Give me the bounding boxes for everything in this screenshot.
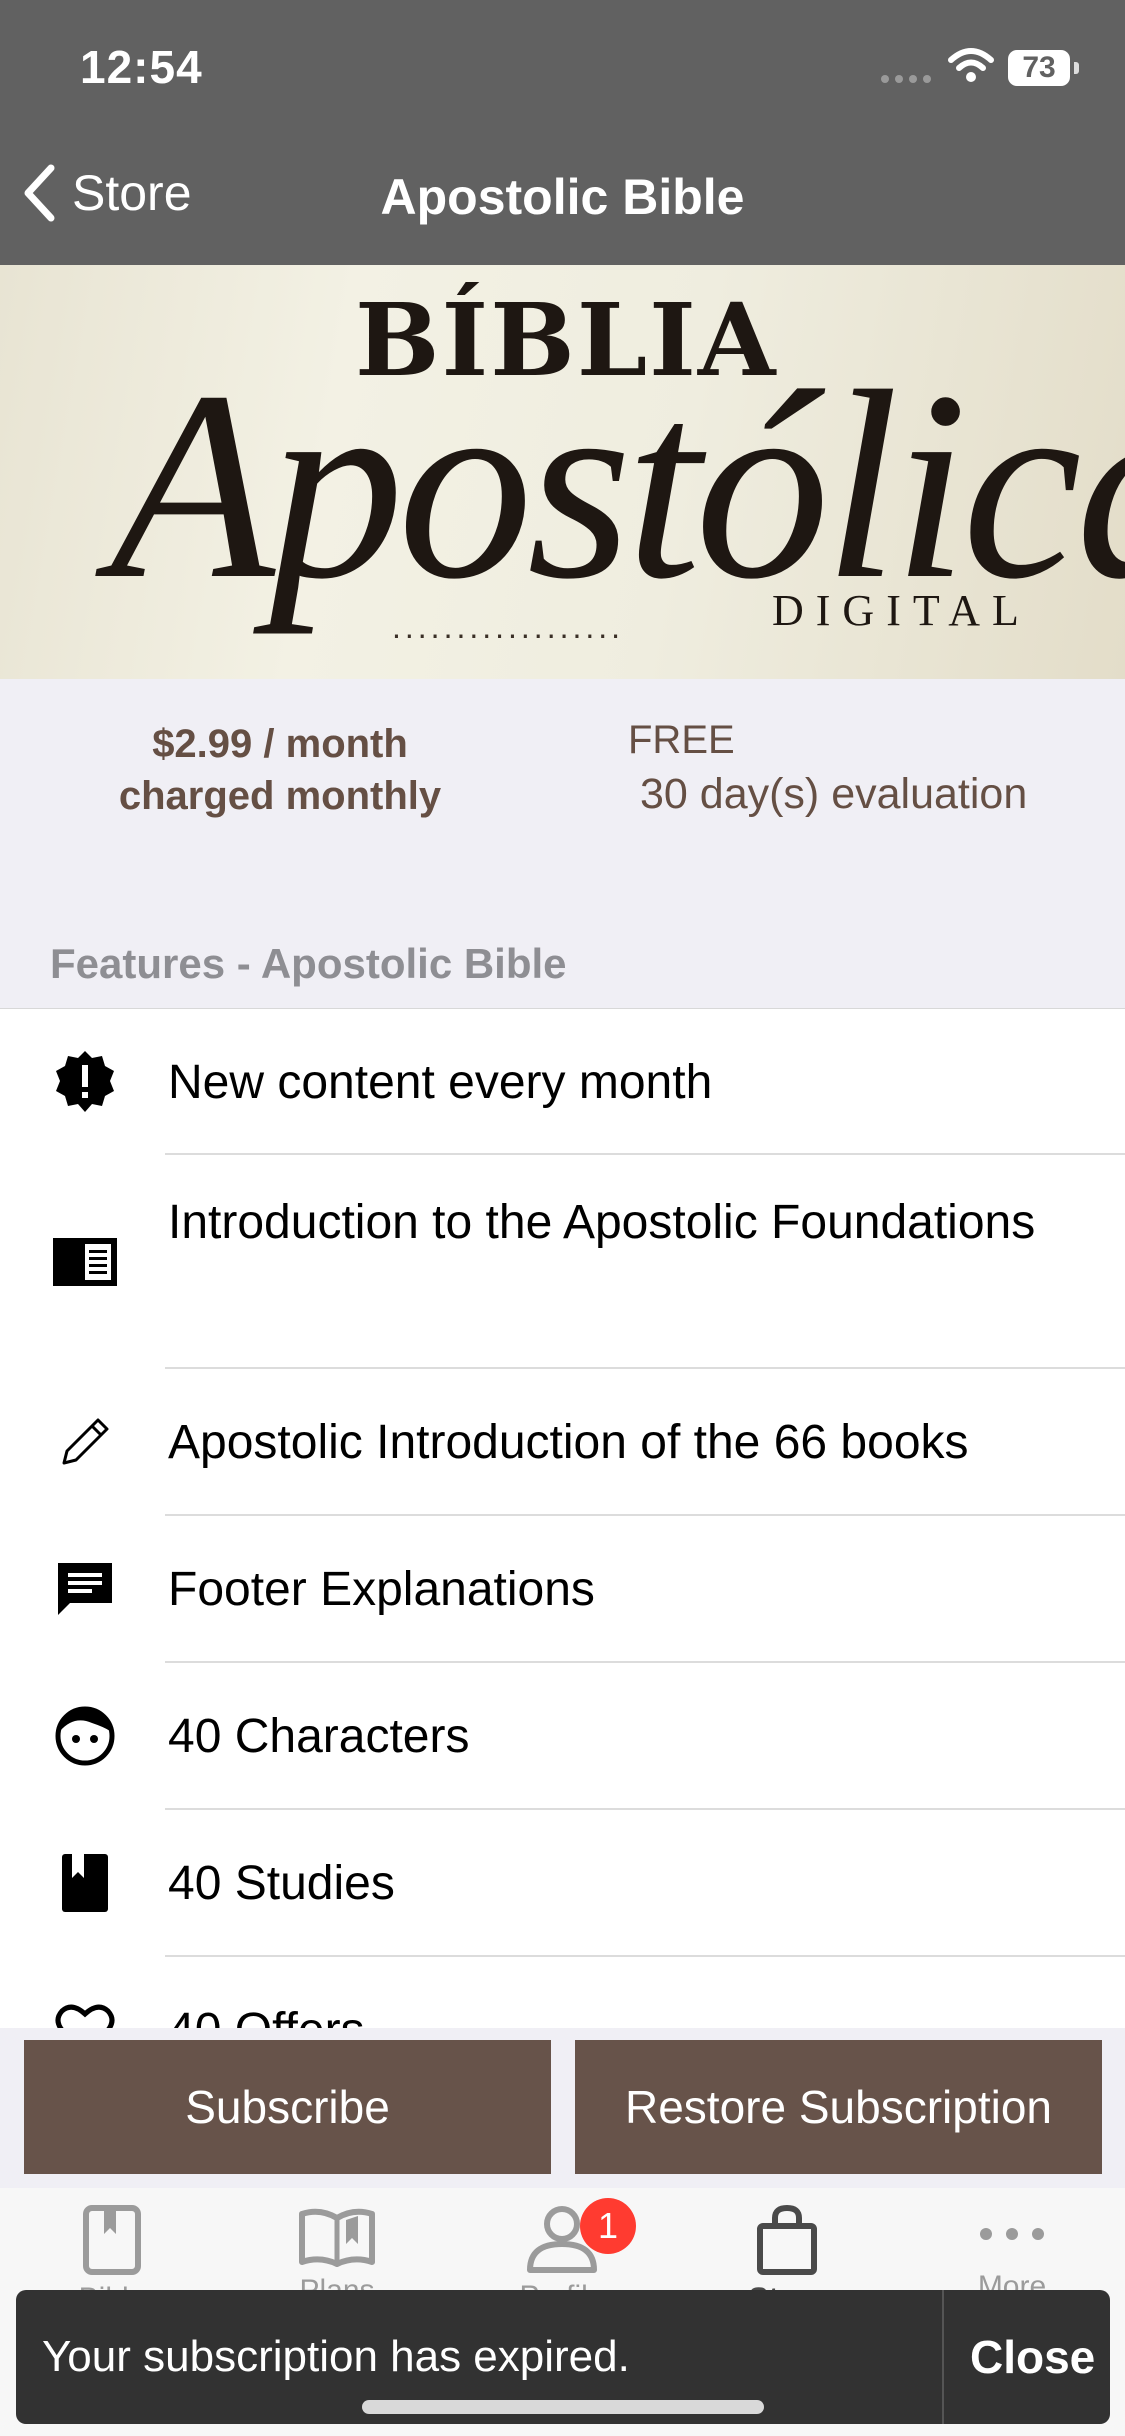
home-indicator — [362, 2400, 764, 2414]
billing-period: charged monthly — [118, 774, 442, 818]
list-item: New content every month — [0, 1009, 1125, 1155]
list-item: Apostolic Introduction of the 66 books — [0, 1369, 1125, 1516]
shopping-bag-icon — [757, 2204, 817, 2275]
features-list[interactable]: New content every month Introduction to … — [0, 1008, 1125, 2029]
feature-label: Footer Explanations — [168, 1563, 595, 1616]
heart-icon — [50, 1995, 120, 2029]
feature-label: 40 Characters — [168, 1710, 470, 1763]
snackbar-message: Your subscription has expired. — [42, 2332, 630, 2381]
price-amount: $2.99 / month — [152, 722, 408, 766]
feature-label: Introduction to the Apostolic Foundation… — [168, 1196, 1036, 1249]
feature-label: 40 Offers — [168, 1995, 1085, 2029]
snackbar-divider — [942, 2290, 944, 2424]
list-item: Footer Explanations — [0, 1516, 1125, 1663]
face-icon — [50, 1701, 120, 1771]
status-time: 12:54 — [80, 41, 203, 93]
features-section-title: Features - Apostolic Bible — [50, 940, 567, 987]
ellipsis-icon — [980, 2228, 1044, 2240]
bible-icon — [83, 2205, 141, 2275]
subscribe-button[interactable]: Subscribe — [24, 2040, 551, 2174]
snackbar-close-button[interactable]: Close — [970, 2330, 1095, 2384]
book-sidebar-icon — [50, 1227, 120, 1297]
open-book-icon — [299, 2208, 375, 2267]
page-title: Apostolic Bible — [380, 169, 745, 225]
pencil-icon — [50, 1407, 120, 1477]
list-item: 40 Studies — [0, 1810, 1125, 1957]
signal-icon — [881, 75, 931, 83]
feature-label: New content every month — [168, 1056, 713, 1109]
price-block: $2.99 / month charged monthly — [80, 718, 480, 822]
banner-dots: .................. — [392, 609, 625, 645]
battery-nub — [1074, 62, 1079, 74]
new-badge-icon — [50, 1047, 120, 1117]
feature-label: Apostolic Introduction of the 66 books — [168, 1416, 969, 1469]
trial-period: 30 day(s) evaluation — [640, 770, 1028, 818]
notification-badge: 1 — [580, 2198, 636, 2254]
product-banner: BÍBLIA Apostólica .................. DIG… — [0, 265, 1125, 679]
chat-bubble-icon — [50, 1554, 120, 1624]
bookmark-book-icon — [50, 1848, 120, 1918]
restore-subscription-button[interactable]: Restore Subscription — [575, 2040, 1102, 2174]
free-label: FREE — [628, 718, 735, 762]
banner-subtitle: DIGITAL — [772, 586, 1031, 635]
list-item: 40 Offers — [0, 1957, 1125, 2029]
wifi-icon — [948, 48, 994, 82]
battery-indicator: 73 — [1008, 50, 1070, 86]
list-item: 40 Characters — [0, 1663, 1125, 1810]
feature-label: 40 Studies — [168, 1857, 395, 1910]
list-item: Introduction to the Apostolic Foundation… — [0, 1155, 1125, 1369]
